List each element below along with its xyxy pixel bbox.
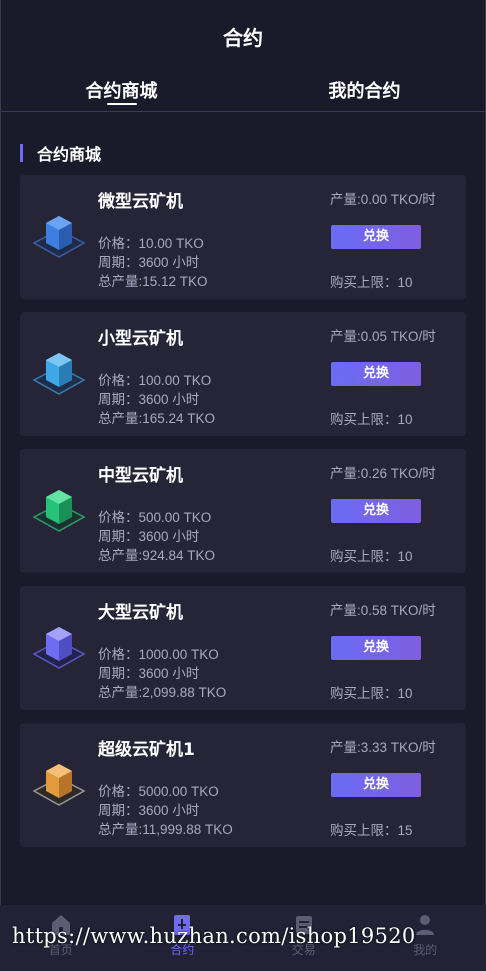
tab-bar: 合约商城 我的合约: [0, 72, 486, 112]
product-cycle: 周期：3600 小时: [98, 666, 200, 681]
section-accent-bar: [20, 144, 23, 162]
product-hourly-output: 产量:0.00 TKO/时: [330, 192, 436, 207]
product-cycle: 周期：3600 小时: [98, 529, 200, 544]
section-title: 合约商城: [37, 145, 102, 164]
product-price: 价格：1000.00 TKO: [98, 647, 219, 662]
product-list: 微型云矿机 价格：10.00 TKO 周期：3600 小时 总产量:15.12 …: [20, 175, 466, 860]
miner-cube-icon: [32, 216, 86, 258]
product-total-output: 总产量:2,099.88 TKO: [98, 685, 227, 700]
product-name: 微型云矿机: [98, 192, 183, 212]
product-price: 价格：500.00 TKO: [98, 510, 212, 525]
product-card: 中型云矿机 价格：500.00 TKO 周期：3600 小时 总产量:924.8…: [20, 449, 466, 573]
product-cycle: 周期：3600 小时: [98, 392, 200, 407]
frame-border-left: [0, 0, 1, 971]
miner-cube-icon: [32, 353, 86, 395]
product-hourly-output: 产量:3.33 TKO/时: [330, 740, 436, 755]
product-name: 大型云矿机: [98, 603, 183, 623]
product-card: 大型云矿机 价格：1000.00 TKO 周期：3600 小时 总产量:2,09…: [20, 586, 466, 710]
tabbar-label: 我的: [413, 943, 438, 957]
product-name: 超级云矿机1: [98, 740, 195, 760]
tab-my-contracts[interactable]: 我的合约: [243, 72, 486, 111]
product-price: 价格：10.00 TKO: [98, 236, 204, 251]
purchase-limit: 购买上限：10: [330, 549, 413, 564]
miner-cube-icon: [32, 627, 86, 669]
user-icon: [416, 915, 435, 935]
section-heading: 合约商城: [20, 142, 486, 164]
exchange-button[interactable]: 兑换: [331, 362, 421, 386]
page-header: 合约: [0, 0, 486, 72]
purchase-limit: 购买上限：10: [330, 275, 413, 290]
purchase-limit: 购买上限：10: [330, 412, 413, 427]
page-title: 合约: [223, 25, 263, 50]
purchase-limit: 购买上限：10: [330, 686, 413, 701]
miner-cube-icon: [32, 764, 86, 806]
product-price: 价格：100.00 TKO: [98, 373, 212, 388]
exchange-button[interactable]: 兑换: [331, 773, 421, 797]
exchange-button[interactable]: 兑换: [331, 636, 421, 660]
exchange-button[interactable]: 兑换: [331, 499, 421, 523]
product-total-output: 总产量:15.12 TKO: [98, 274, 208, 289]
product-hourly-output: 产量:0.58 TKO/时: [330, 603, 436, 618]
purchase-limit: 购买上限：15: [330, 823, 413, 838]
watermark-url: https://www.huzhan.com/ishop19520: [12, 924, 416, 948]
product-card: 小型云矿机 价格：100.00 TKO 周期：3600 小时 总产量:165.2…: [20, 312, 466, 436]
product-hourly-output: 产量:0.05 TKO/时: [330, 329, 436, 344]
product-cycle: 周期：3600 小时: [98, 255, 200, 270]
product-hourly-output: 产量:0.26 TKO/时: [330, 466, 436, 481]
product-card: 超级云矿机1 价格：5000.00 TKO 周期：3600 小时 总产量:11,…: [20, 723, 466, 847]
product-name: 小型云矿机: [98, 329, 183, 349]
exchange-button[interactable]: 兑换: [331, 225, 421, 249]
miner-cube-icon: [32, 490, 86, 532]
product-total-output: 总产量:165.24 TKO: [98, 411, 216, 426]
product-cycle: 周期：3600 小时: [98, 803, 200, 818]
tab-contract-mall[interactable]: 合约商城: [0, 72, 243, 111]
product-total-output: 总产量:924.84 TKO: [98, 548, 216, 563]
product-card: 微型云矿机 价格：10.00 TKO 周期：3600 小时 总产量:15.12 …: [20, 175, 466, 299]
product-price: 价格：5000.00 TKO: [98, 784, 219, 799]
product-name: 中型云矿机: [98, 466, 183, 486]
product-total-output: 总产量:11,999.88 TKO: [98, 822, 233, 837]
